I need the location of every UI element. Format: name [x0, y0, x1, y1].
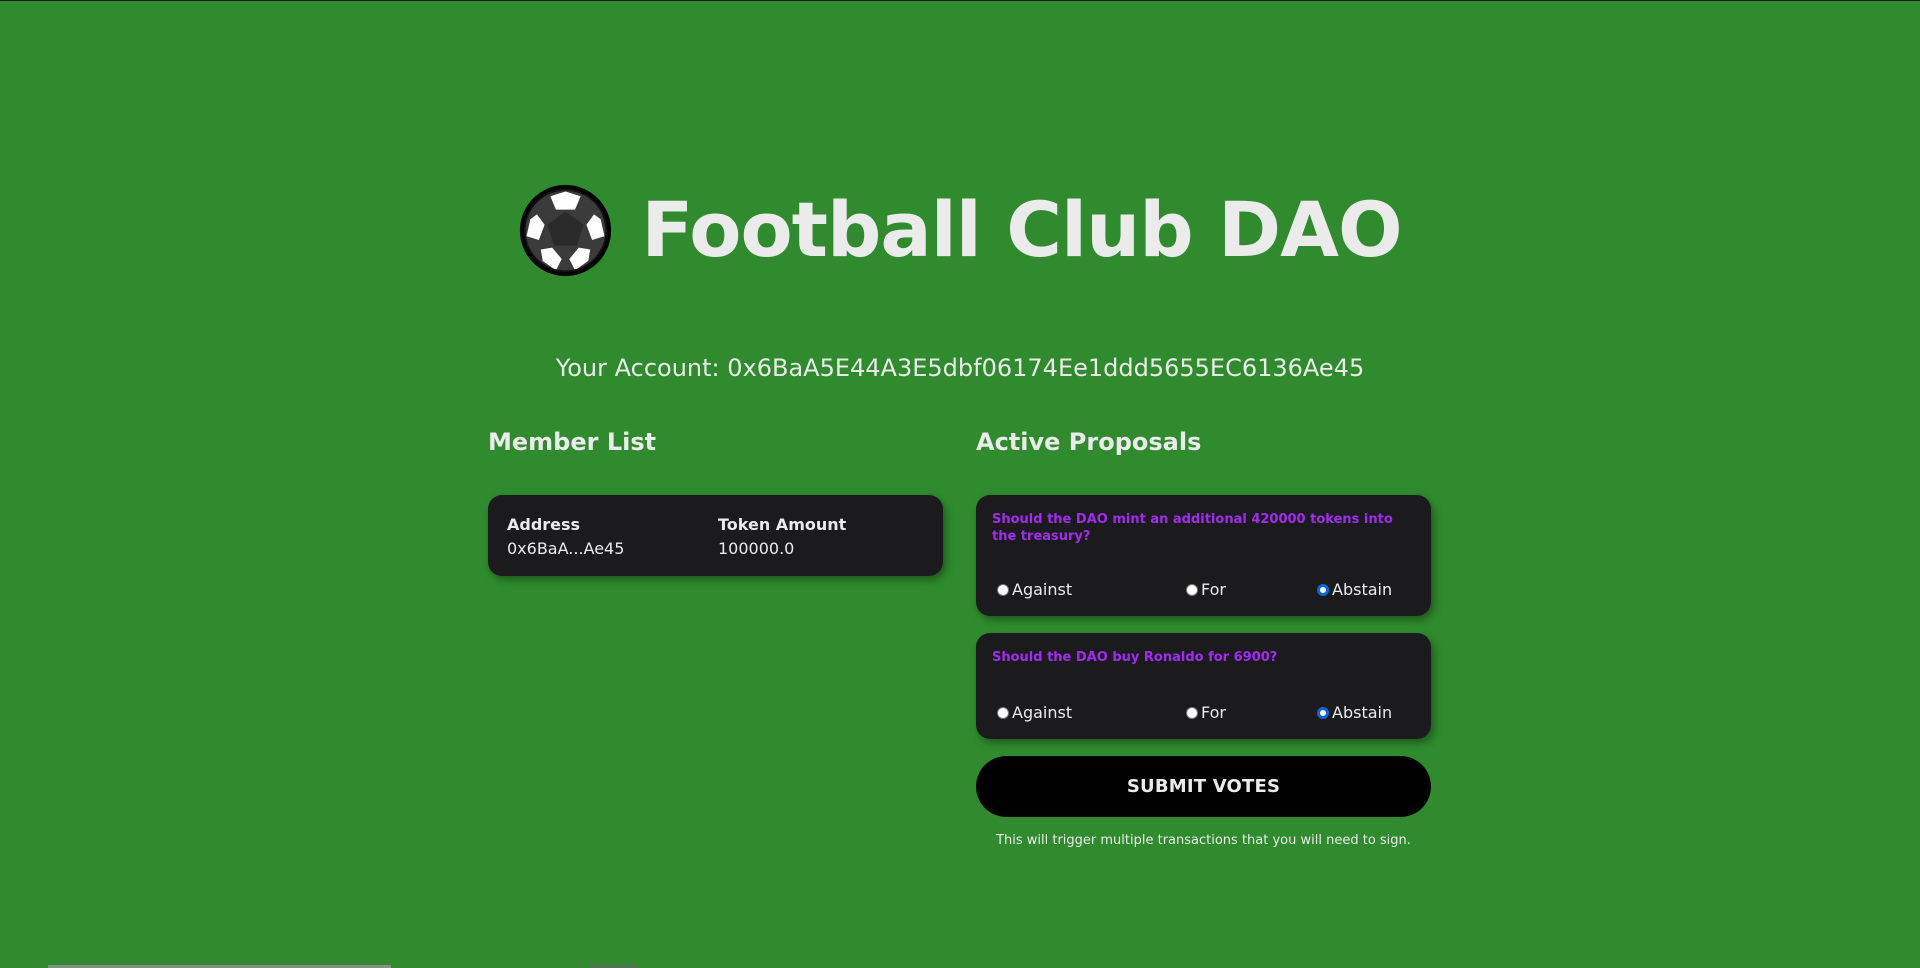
vote-option-label: For	[1201, 703, 1226, 722]
radio-for[interactable]	[1186, 706, 1198, 719]
proposal-question: Should the DAO mint an additional 420000…	[992, 512, 1393, 544]
radio-against[interactable]	[997, 583, 1009, 596]
proposal-card: Should the DAO mint an additional 420000…	[976, 495, 1431, 616]
vote-option-for[interactable]: For	[1186, 580, 1226, 599]
member-list-card: Address Token Amount 0x6BaA...Ae45 10000…	[488, 495, 943, 576]
vote-option-label: For	[1201, 580, 1226, 599]
vote-options: Against For Abstain	[997, 580, 1417, 600]
proposal-card: Should the DAO buy Ronaldo for 6900? Aga…	[976, 633, 1431, 739]
vote-option-abstain[interactable]: Abstain	[1317, 703, 1392, 722]
vote-option-label: Against	[1012, 580, 1073, 599]
member-list-title: Member List	[488, 428, 657, 456]
radio-against[interactable]	[997, 706, 1009, 719]
soccer-ball-icon	[520, 184, 612, 276]
account-address: Your Account: 0x6BaA5E44A3E5dbf06174Ee1d…	[555, 354, 1365, 382]
proposal-question: Should the DAO buy Ronaldo for 6900?	[992, 650, 1278, 665]
vote-option-abstain[interactable]: Abstain	[1317, 580, 1392, 599]
vote-option-for[interactable]: For	[1186, 703, 1226, 722]
vote-option-against[interactable]: Against	[997, 580, 1072, 599]
window-top-border	[0, 0, 1920, 1]
active-proposals-title: Active Proposals	[976, 428, 1202, 456]
vote-options: Against For Abstain	[997, 703, 1417, 723]
submit-note: This will trigger multiple transactions …	[996, 833, 1411, 848]
radio-abstain[interactable]	[1317, 706, 1329, 719]
member-address: 0x6BaA...Ae45	[507, 539, 625, 558]
member-table: Address Token Amount 0x6BaA...Ae45 10000…	[507, 513, 927, 561]
submit-votes-button[interactable]: SUBMIT VOTES	[976, 756, 1431, 817]
vote-option-label: Abstain	[1332, 580, 1393, 599]
column-header-token-amount: Token Amount	[718, 515, 847, 534]
column-header-address: Address	[507, 515, 581, 534]
member-token-amount: 100000.0	[718, 539, 795, 558]
member-table-header: Address Token Amount	[507, 513, 927, 537]
vote-option-against[interactable]: Against	[997, 703, 1072, 722]
vote-option-label: Against	[1012, 703, 1073, 722]
page-header: Football Club DAO	[0, 178, 1920, 282]
table-row: 0x6BaA...Ae45 100000.0	[507, 537, 927, 561]
radio-for[interactable]	[1186, 583, 1198, 596]
radio-abstain[interactable]	[1317, 583, 1329, 596]
vote-option-label: Abstain	[1332, 703, 1393, 722]
page-title: Football Club DAO	[641, 185, 1402, 274]
